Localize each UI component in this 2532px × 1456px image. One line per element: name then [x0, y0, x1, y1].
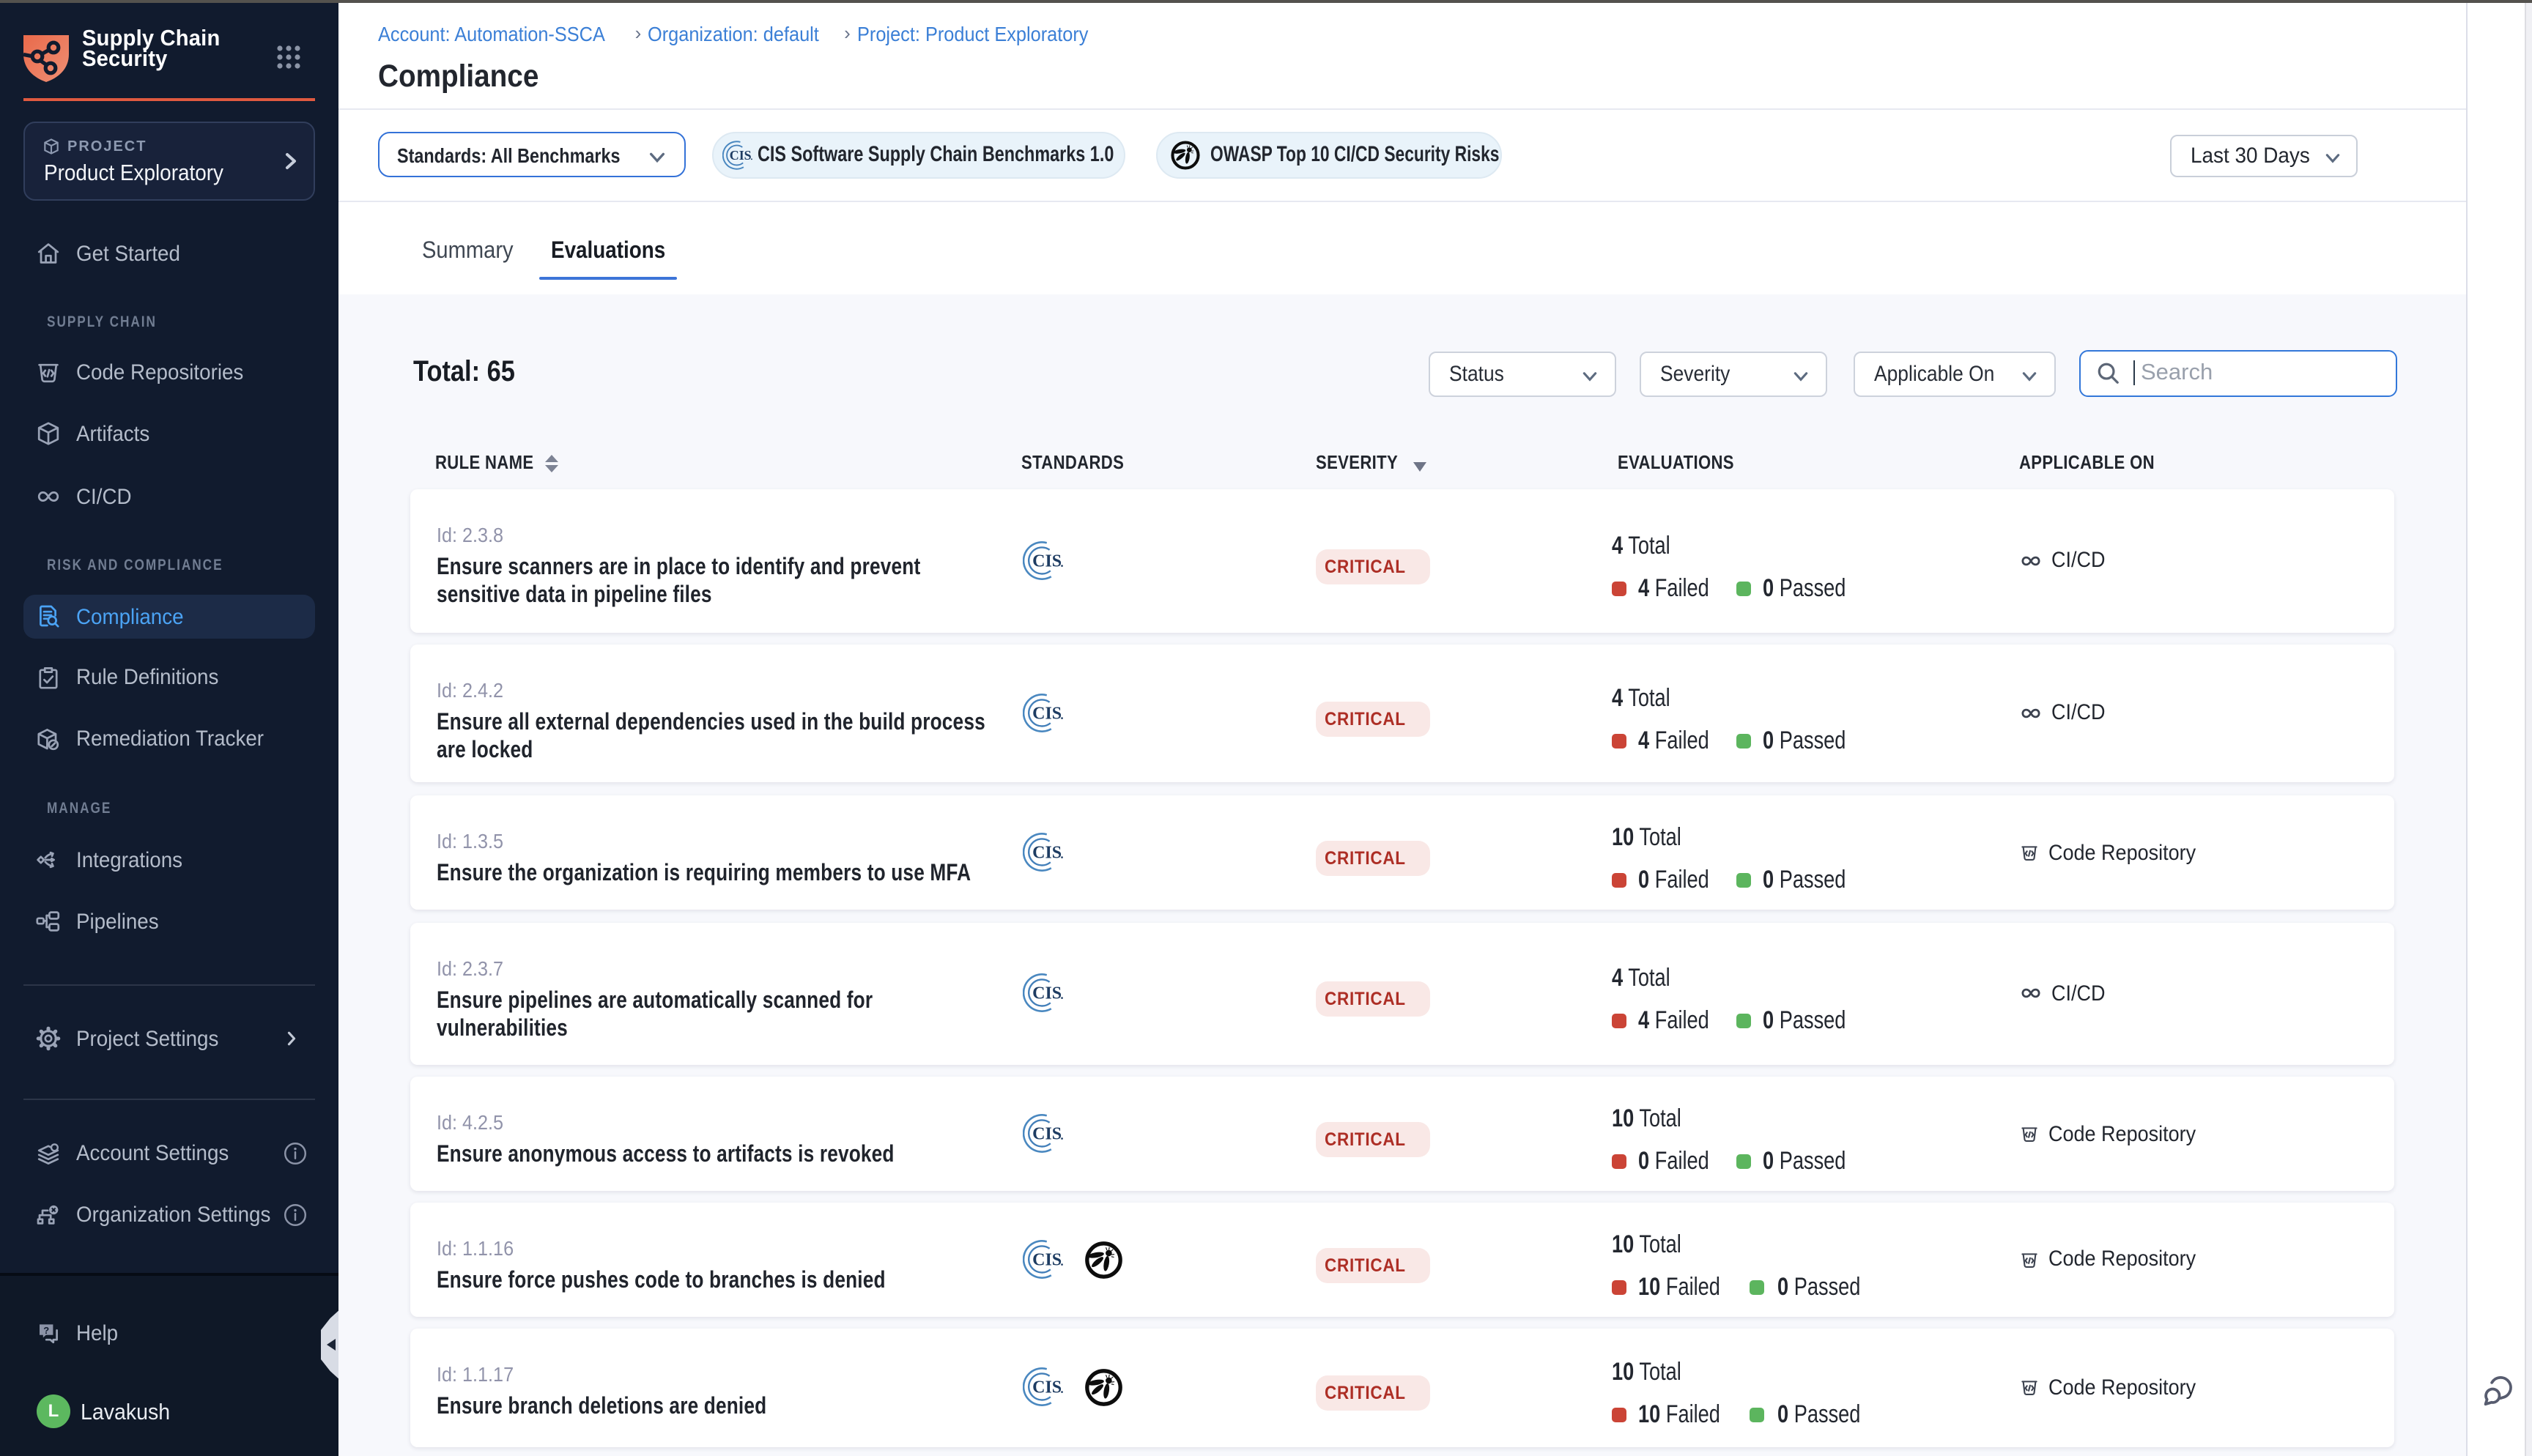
svg-text:CIS: CIS — [1032, 1378, 1062, 1397]
svg-text:CIS: CIS — [729, 147, 751, 162]
svg-text:CIS: CIS — [1032, 705, 1062, 724]
svg-text:CIS: CIS — [1032, 1125, 1062, 1144]
svg-text:CIS: CIS — [1032, 1251, 1062, 1270]
svg-text:CIS: CIS — [1032, 844, 1062, 863]
svg-text:CIS: CIS — [1032, 984, 1062, 1003]
svg-text:?: ? — [43, 1325, 49, 1336]
svg-text:CIS: CIS — [1032, 552, 1062, 571]
